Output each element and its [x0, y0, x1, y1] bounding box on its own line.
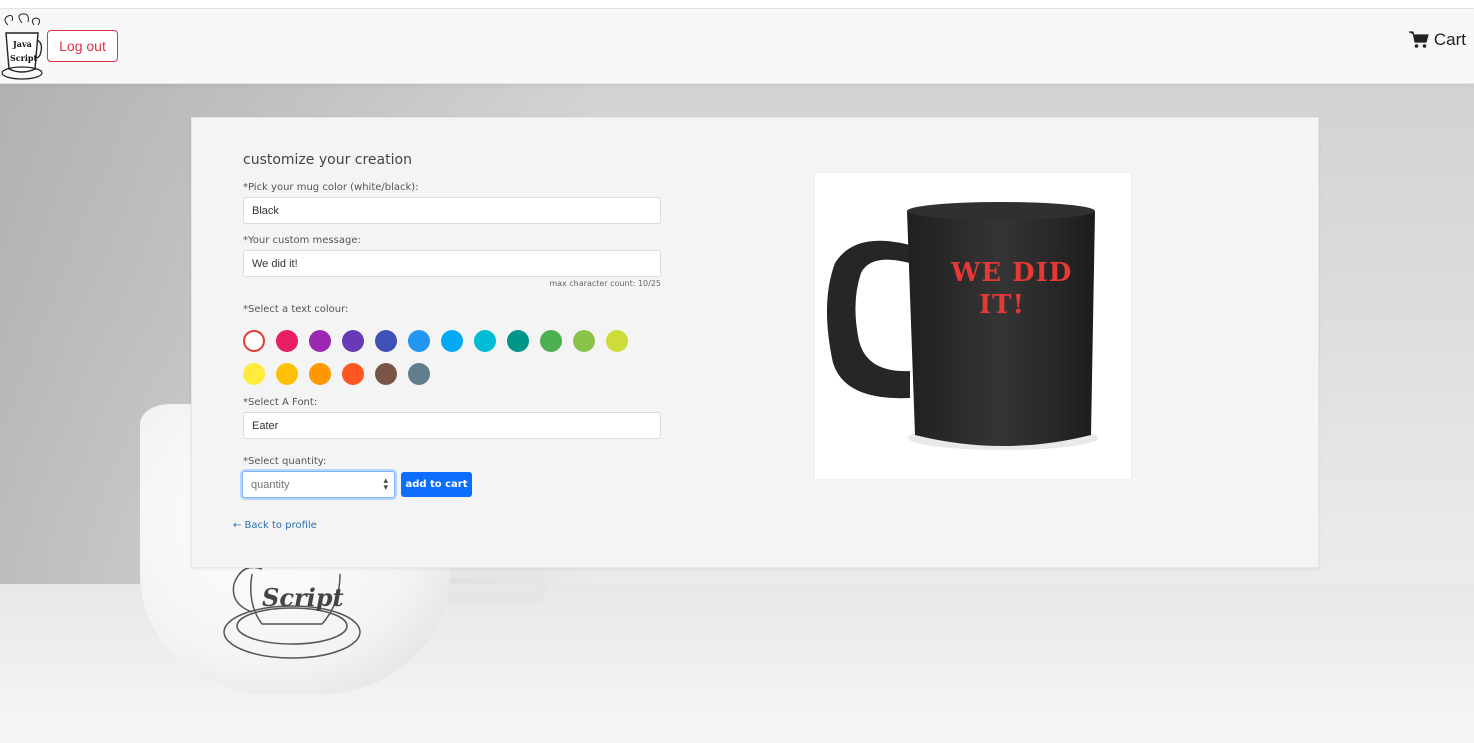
quantity-label: *Select quantity: [243, 456, 327, 467]
background-cup-text: Script [262, 583, 344, 612]
text-colour-label: *Select a text colour: [243, 304, 349, 315]
cart-link[interactable]: Cart [1408, 29, 1466, 51]
colour-swatch-light-green[interactable] [573, 330, 595, 352]
custom-message-label: *Your custom message: [243, 235, 361, 246]
character-count: max character count: 10/25 [549, 279, 661, 288]
custom-message-value: We did it! [252, 257, 298, 270]
colour-swatch-cyan[interactable] [474, 330, 496, 352]
back-to-profile-link[interactable]: ← Back to profile [233, 520, 317, 531]
quantity-input[interactable] [243, 472, 363, 497]
mug-preview: WE DID IT! [815, 173, 1131, 479]
logo-text-script: Script [10, 53, 37, 63]
colour-swatch-purple[interactable] [309, 330, 331, 352]
mug-color-value: Black [252, 204, 279, 217]
quantity-field[interactable]: ▴▾ [242, 471, 395, 498]
form-title: customize your creation [243, 152, 412, 168]
colour-swatch-amber[interactable] [276, 363, 298, 385]
colour-swatch-brown[interactable] [375, 363, 397, 385]
mug-color-label: *Pick your mug color (white/black): [243, 182, 419, 193]
colour-swatch-lime[interactable] [606, 330, 628, 352]
quantity-stepper-icon[interactable]: ▴ ▾ [383, 476, 388, 492]
shopping-cart-icon [1408, 31, 1429, 48]
cart-label: Cart [1433, 30, 1466, 49]
custom-message-input[interactable]: We did it! [243, 250, 661, 277]
colour-swatch-yellow[interactable] [243, 363, 265, 385]
javascript-cup-logo[interactable]: Java Script [0, 13, 44, 81]
navbar: Java Script Log out Cart [0, 9, 1474, 84]
colour-swatch-deep-orange[interactable] [342, 363, 364, 385]
colour-swatch-indigo[interactable] [375, 330, 397, 352]
colour-swatch-blue[interactable] [408, 330, 430, 352]
browser-bookmarks-strip [0, 0, 1474, 9]
font-value: Eater [252, 419, 279, 432]
colour-swatch-blue-grey[interactable] [408, 363, 430, 385]
font-label: *Select A Font: [243, 397, 318, 408]
colour-swatches [243, 330, 643, 385]
mug-color-input[interactable]: Black [243, 197, 661, 224]
font-select[interactable]: Eater [243, 412, 661, 439]
colour-swatch-green[interactable] [540, 330, 562, 352]
mug-text-line1: WE DID [950, 258, 1072, 288]
colour-swatch-red[interactable] [243, 330, 265, 352]
mug-preview-image: WE DID IT! [826, 202, 1098, 450]
colour-swatch-pink[interactable] [276, 330, 298, 352]
colour-swatch-light-blue[interactable] [441, 330, 463, 352]
add-to-cart-button[interactable]: add to cart [401, 472, 472, 497]
colour-swatch-orange[interactable] [309, 363, 331, 385]
mug-text-line2: IT! [979, 290, 1025, 320]
colour-swatch-deep-purple[interactable] [342, 330, 364, 352]
customize-panel: customize your creation *Pick your mug c… [191, 117, 1319, 568]
colour-swatch-teal[interactable] [507, 330, 529, 352]
background-cup-logo: Script [223, 566, 361, 659]
logout-button[interactable]: Log out [47, 30, 118, 62]
logo-text-java: Java [12, 39, 32, 49]
